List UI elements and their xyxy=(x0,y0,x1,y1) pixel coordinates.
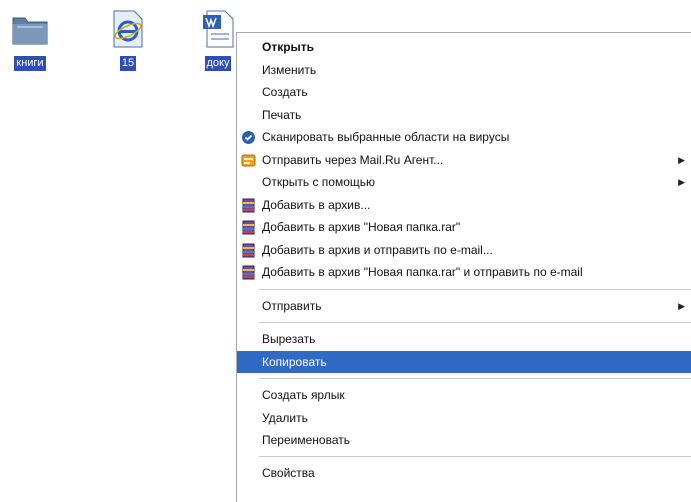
menu-item-copy[interactable]: Копировать xyxy=(237,350,691,373)
menu-item-label: Добавить в архив... xyxy=(262,197,371,212)
winrar-icon xyxy=(241,243,256,258)
desktop-icon-books[interactable]: книги xyxy=(10,8,50,71)
menu-item-label: Открыть с помощью xyxy=(262,175,376,189)
menu-item-label: Отправить xyxy=(262,298,322,313)
menu-item-label: Создать xyxy=(262,85,308,99)
folder-icon xyxy=(10,8,50,50)
menu-item-cut[interactable]: Вырезать xyxy=(237,328,691,351)
submenu-arrow-icon: ▶ xyxy=(678,177,685,187)
menu-item-label: Сканировать выбранные области на вирусы xyxy=(262,130,510,144)
submenu-arrow-icon: ▶ xyxy=(678,154,685,165)
submenu-arrow-icon: ▶ xyxy=(678,300,685,311)
menu-item-label: Изменить xyxy=(262,62,317,77)
internet-explorer-icon xyxy=(108,8,148,50)
desktop-icon-document[interactable]: доку xyxy=(198,8,238,71)
winrar-icon xyxy=(241,220,256,235)
menu-item-label: Переименовать xyxy=(262,433,350,447)
desktop-icon-label: книги xyxy=(14,56,46,71)
menu-item-edit[interactable]: Изменить xyxy=(237,59,691,82)
menu-item-label: Добавить в архив "Новая папка.rar" xyxy=(262,220,461,234)
menu-item-archive-and-email[interactable]: Добавить в архив и отправить по e-mail..… xyxy=(237,239,691,262)
menu-separator xyxy=(259,455,691,457)
desktop-icon-label: 15 xyxy=(119,56,137,71)
menu-item-label: Вырезать xyxy=(262,332,316,346)
context-menu: Открыть Изменить Создать Печать Сканиров… xyxy=(236,32,691,502)
menu-item-label: Добавить в архив "Новая папка.rar" и отп… xyxy=(262,265,583,279)
menu-item-label: Создать ярлык xyxy=(262,388,345,402)
menu-item-add-to-archive[interactable]: Добавить в архив... xyxy=(237,194,691,217)
winrar-icon xyxy=(241,265,256,280)
menu-item-open[interactable]: Открыть xyxy=(237,36,691,59)
antivirus-icon xyxy=(241,130,256,145)
menu-item-add-to-named-archive[interactable]: Добавить в архив "Новая папка.rar" xyxy=(237,216,691,239)
menu-item-label: Печать xyxy=(262,107,302,122)
menu-item-label: Удалить xyxy=(262,410,308,425)
menu-item-send-mail-agent[interactable]: Отправить через Mail.Ru Агент... ▶ xyxy=(237,149,691,172)
mail-agent-icon xyxy=(241,153,256,168)
menu-item-delete[interactable]: Удалить xyxy=(237,407,691,430)
word-document-icon xyxy=(198,8,238,50)
menu-item-new[interactable]: Создать xyxy=(237,81,691,104)
menu-item-label: Свойства xyxy=(262,465,315,480)
menu-item-rename[interactable]: Переименовать xyxy=(237,429,691,452)
menu-separator xyxy=(259,288,691,290)
desktop-icon-ie[interactable]: 15 xyxy=(108,8,148,71)
menu-item-label: Копировать xyxy=(262,354,327,369)
menu-item-open-with[interactable]: Открыть с помощью ▶ xyxy=(237,171,691,194)
menu-item-label: Добавить в архив и отправить по e-mail..… xyxy=(262,242,493,257)
menu-item-create-shortcut[interactable]: Создать ярлык xyxy=(237,384,691,407)
menu-separator xyxy=(259,322,691,323)
winrar-icon xyxy=(241,198,256,213)
menu-item-label: Открыть xyxy=(262,40,315,54)
menu-item-send-to[interactable]: Отправить ▶ xyxy=(237,295,691,318)
menu-item-properties[interactable]: Свойства xyxy=(237,462,691,485)
menu-separator xyxy=(259,378,691,379)
menu-item-scan-viruses[interactable]: Сканировать выбранные области на вирусы xyxy=(237,126,691,149)
desktop-icon-label: доку xyxy=(204,56,232,71)
menu-item-named-archive-and-email[interactable]: Добавить в архив "Новая папка.rar" и отп… xyxy=(237,261,691,284)
menu-item-label: Отправить через Mail.Ru Агент... xyxy=(262,152,444,167)
menu-item-print[interactable]: Печать xyxy=(237,104,691,127)
